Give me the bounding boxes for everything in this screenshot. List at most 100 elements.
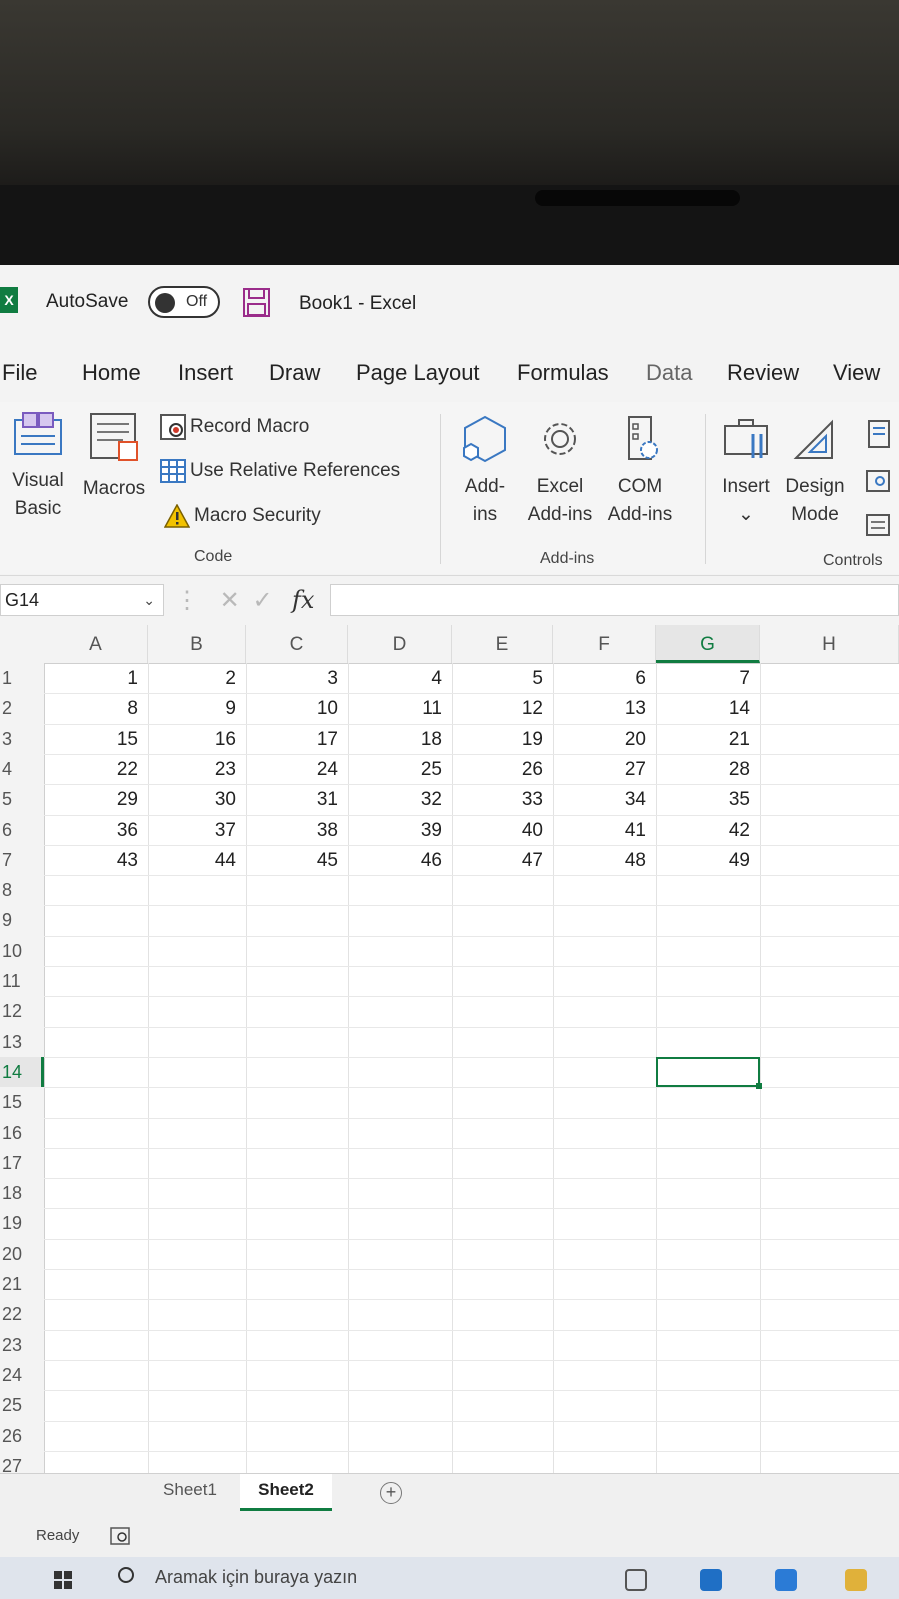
row-header-25[interactable]: 25 — [0, 1390, 44, 1420]
formula-input[interactable] — [330, 584, 899, 616]
cell-g7[interactable]: 49 — [656, 845, 760, 875]
row-header-27[interactable]: 27 — [0, 1451, 44, 1473]
enter-icon[interactable]: ✓ — [252, 587, 272, 614]
chevron-down-icon[interactable]: ⌄ — [143, 585, 155, 615]
row-header-9[interactable]: 9 — [0, 905, 44, 935]
run-dialog-icon[interactable] — [866, 514, 890, 536]
cell-d1[interactable]: 4 — [348, 663, 452, 693]
cell-c1[interactable]: 3 — [246, 663, 348, 693]
properties-icon[interactable] — [868, 420, 890, 448]
row-header-7[interactable]: 7 — [0, 845, 44, 875]
search-icon[interactable] — [118, 1567, 134, 1583]
cell-f2[interactable]: 13 — [553, 693, 656, 723]
cell-f3[interactable]: 20 — [553, 724, 656, 754]
cell-c2[interactable]: 10 — [246, 693, 348, 723]
cell-g1[interactable]: 7 — [656, 663, 760, 693]
excel-add-ins-button[interactable]: Excel Add-ins — [524, 414, 596, 529]
tab-formulas[interactable]: Formulas — [517, 360, 609, 386]
cell-b4[interactable]: 23 — [148, 754, 246, 784]
row-header-2[interactable]: 2 — [0, 693, 44, 723]
row-header-4[interactable]: 4 — [0, 754, 44, 784]
cell-e3[interactable]: 19 — [452, 724, 553, 754]
windows-start-icon[interactable] — [54, 1571, 72, 1589]
row-header-17[interactable]: 17 — [0, 1148, 44, 1178]
cell-a2[interactable]: 8 — [44, 693, 148, 723]
row-header-24[interactable]: 24 — [0, 1360, 44, 1390]
selected-cell[interactable] — [656, 1056, 762, 1090]
view-code-icon[interactable] — [866, 470, 890, 492]
cell-b2[interactable]: 9 — [148, 693, 246, 723]
cell-e2[interactable]: 12 — [452, 693, 553, 723]
cell-e5[interactable]: 33 — [452, 784, 553, 814]
cell-a4[interactable]: 22 — [44, 754, 148, 784]
cell-a6[interactable]: 36 — [44, 815, 148, 845]
cell-f7[interactable]: 48 — [553, 845, 656, 875]
insert-function-icon[interactable]: fx — [292, 586, 314, 614]
use-relative-references-button[interactable]: Use Relative References — [160, 459, 400, 483]
row-header-11[interactable]: 11 — [0, 966, 44, 996]
row-header-5[interactable]: 5 — [0, 784, 44, 814]
row-header-26[interactable]: 26 — [0, 1421, 44, 1451]
row-header-18[interactable]: 18 — [0, 1178, 44, 1208]
cell-g3[interactable]: 21 — [656, 724, 760, 754]
cell-a7[interactable]: 43 — [44, 845, 148, 875]
taskbar-edge-icon[interactable] — [775, 1569, 797, 1591]
tab-home[interactable]: Home — [82, 360, 141, 386]
tab-review[interactable]: Review — [727, 360, 799, 386]
cell-f5[interactable]: 34 — [553, 784, 656, 814]
cell-g4[interactable]: 28 — [656, 754, 760, 784]
row-header-8[interactable]: 8 — [0, 875, 44, 905]
record-macro-button[interactable]: Record Macro — [160, 414, 309, 440]
sheet-tab-sheet2[interactable]: Sheet2 — [240, 1474, 332, 1511]
cell-f4[interactable]: 27 — [553, 754, 656, 784]
row-header-16[interactable]: 16 — [0, 1118, 44, 1148]
column-header-b[interactable]: B — [148, 625, 246, 663]
cell-a3[interactable]: 15 — [44, 724, 148, 754]
tab-file[interactable]: File — [2, 360, 37, 386]
row-header-1[interactable]: 1 — [0, 663, 44, 693]
cell-b6[interactable]: 37 — [148, 815, 246, 845]
cell-d6[interactable]: 39 — [348, 815, 452, 845]
row-header-3[interactable]: 3 — [0, 724, 44, 754]
more-options-icon[interactable]: ⋮ — [175, 587, 199, 614]
row-header-14[interactable]: 14 — [0, 1056, 44, 1087]
row-header-15[interactable]: 15 — [0, 1087, 44, 1117]
tab-data[interactable]: Data — [646, 360, 692, 386]
cell-f6[interactable]: 41 — [553, 815, 656, 845]
column-header-h[interactable]: H — [760, 625, 899, 663]
cell-d5[interactable]: 32 — [348, 784, 452, 814]
cell-c3[interactable]: 17 — [246, 724, 348, 754]
cell-e4[interactable]: 26 — [452, 754, 553, 784]
cell-c5[interactable]: 31 — [246, 784, 348, 814]
row-header-22[interactable]: 22 — [0, 1299, 44, 1329]
tab-draw[interactable]: Draw — [269, 360, 320, 386]
column-header-f[interactable]: F — [553, 625, 656, 663]
autosave-toggle[interactable]: Off — [148, 286, 220, 318]
taskbar-folder-icon[interactable] — [845, 1569, 867, 1591]
cell-f1[interactable]: 6 — [553, 663, 656, 693]
design-mode-button[interactable]: Design Mode — [782, 414, 848, 529]
cell-c6[interactable]: 38 — [246, 815, 348, 845]
row-header-12[interactable]: 12 — [0, 996, 44, 1026]
column-header-g[interactable]: G — [656, 625, 760, 663]
row-header-6[interactable]: 6 — [0, 815, 44, 845]
taskbar-app-icon[interactable] — [700, 1569, 722, 1591]
save-icon[interactable] — [243, 288, 270, 317]
task-view-icon[interactable] — [625, 1569, 647, 1591]
add-ins-button[interactable]: Add- ins — [455, 414, 515, 529]
tab-insert[interactable]: Insert — [178, 360, 233, 386]
cell-b5[interactable]: 30 — [148, 784, 246, 814]
row-header-19[interactable]: 19 — [0, 1208, 44, 1238]
visual-basic-button[interactable]: Visual Basic — [6, 410, 70, 523]
cell-c7[interactable]: 45 — [246, 845, 348, 875]
cell-d3[interactable]: 18 — [348, 724, 452, 754]
row-header-21[interactable]: 21 — [0, 1269, 44, 1299]
cell-e1[interactable]: 5 — [452, 663, 553, 693]
tab-page-layout[interactable]: Page Layout — [356, 360, 480, 386]
cell-g6[interactable]: 42 — [656, 815, 760, 845]
row-header-10[interactable]: 10 — [0, 936, 44, 966]
row-header-20[interactable]: 20 — [0, 1239, 44, 1269]
fill-handle[interactable] — [756, 1083, 762, 1090]
cell-d7[interactable]: 46 — [348, 845, 452, 875]
cell-b7[interactable]: 44 — [148, 845, 246, 875]
